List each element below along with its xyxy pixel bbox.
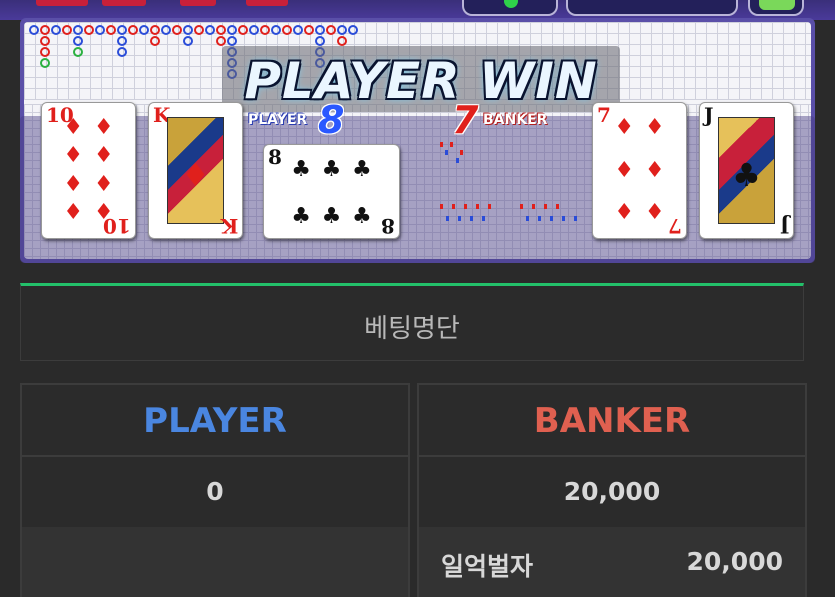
banker-bets-column: BANKER 20,000 일억벌자 20,000 xyxy=(417,383,807,597)
banker-card-2: J ♣ J xyxy=(699,102,794,239)
bet-list-title: 베팅명단 xyxy=(364,314,460,344)
top-status-bar xyxy=(0,0,835,20)
player-label: PLAYER xyxy=(248,112,308,128)
banker-score: 7 xyxy=(452,98,479,142)
result-text: PLAYER WIN xyxy=(244,52,598,110)
diamond-icon: ♦ xyxy=(63,143,84,169)
card-rank: 8 xyxy=(268,145,282,169)
card-rank-bottom: 10 xyxy=(103,214,131,238)
diamond-icon: ♦ xyxy=(63,115,84,140)
derived-road-marks xyxy=(440,142,577,221)
club-icon: ♣ xyxy=(291,157,312,182)
player-card-2: K ♦ K xyxy=(148,102,243,239)
info-pill xyxy=(566,0,738,16)
bettor-name: 일억벌자 xyxy=(441,552,534,581)
cards-panel xyxy=(20,116,815,263)
card-rank-bottom: K xyxy=(220,214,238,238)
card-rank-bottom: 7 xyxy=(668,214,682,238)
diamond-icon: ♦ xyxy=(181,156,210,194)
banker-total-row: 20,000 xyxy=(419,457,805,527)
diamond-icon: ♦ xyxy=(93,171,114,197)
card-pips: ♣ ♣ ♣ ♣ ♣ ♣ xyxy=(286,159,377,228)
bet-amount: 20,000 xyxy=(686,547,783,576)
list-item: 일억벌자 20,000 xyxy=(419,527,805,597)
red-chip-marker xyxy=(180,0,216,6)
red-chip-marker xyxy=(246,0,288,6)
card-pips: ♦ ♦ ♦ ♦ ♦ ♦ xyxy=(609,117,670,224)
banker-column-title: BANKER xyxy=(533,401,691,441)
card-rank-bottom: J xyxy=(779,214,789,238)
result-banner: PLAYER WIN xyxy=(222,46,620,112)
player-total: 0 xyxy=(206,477,224,506)
red-chip-marker xyxy=(102,0,146,6)
diamond-icon: ♦ xyxy=(93,143,114,169)
green-status-icon xyxy=(504,0,518,8)
status-pill xyxy=(462,0,558,16)
confirm-button-fill xyxy=(759,0,795,10)
diamond-icon: ♦ xyxy=(614,200,635,225)
club-icon: ♣ xyxy=(291,204,312,229)
card-pips: ♦ ♦ ♦ ♦ ♦ ♦ ♦ ♦ xyxy=(58,117,119,224)
diamond-icon: ♦ xyxy=(644,115,665,140)
banker-total: 20,000 xyxy=(563,477,661,506)
player-column-header: PLAYER xyxy=(22,385,408,457)
king-face-icon: ♦ xyxy=(167,117,224,224)
diamond-icon: ♦ xyxy=(614,157,635,183)
club-icon: ♣ xyxy=(321,204,342,229)
club-icon: ♣ xyxy=(351,157,372,182)
player-total-row: 0 xyxy=(22,457,408,527)
baccarat-screen: PLAYER WIN 10 ♦ ♦ ♦ ♦ ♦ ♦ ♦ ♦ 10 K ♦ K 8… xyxy=(0,0,835,597)
diamond-icon: ♦ xyxy=(644,200,665,225)
confirm-button[interactable] xyxy=(748,0,804,16)
club-icon: ♣ xyxy=(732,156,761,194)
diamond-icon: ♦ xyxy=(63,171,84,197)
game-area: PLAYER WIN xyxy=(20,18,815,263)
bet-list-header: 베팅명단 xyxy=(20,283,804,361)
card-rank-bottom: 8 xyxy=(381,214,395,238)
card-rank: J xyxy=(704,103,714,127)
player-column-title: PLAYER xyxy=(143,401,287,441)
player-card-3: 8 ♣ ♣ ♣ ♣ ♣ ♣ 8 xyxy=(263,144,400,239)
jack-face-icon: ♣ xyxy=(718,117,775,224)
banker-card-1: 7 ♦ ♦ ♦ ♦ ♦ ♦ 7 xyxy=(592,102,687,239)
player-score: 8 xyxy=(318,98,345,142)
banker-label: BANKER xyxy=(483,112,548,128)
banker-column-header: BANKER xyxy=(419,385,805,457)
red-chip-marker xyxy=(36,0,88,6)
diamond-icon: ♦ xyxy=(93,115,114,140)
player-empty-row xyxy=(22,527,408,597)
club-icon: ♣ xyxy=(351,204,372,229)
player-bets-column: PLAYER 0 xyxy=(20,383,410,597)
player-card-1: 10 ♦ ♦ ♦ ♦ ♦ ♦ ♦ ♦ 10 xyxy=(41,102,136,239)
club-icon: ♣ xyxy=(321,157,342,182)
diamond-icon: ♦ xyxy=(614,115,635,140)
diamond-icon: ♦ xyxy=(63,199,84,225)
diamond-icon: ♦ xyxy=(644,157,665,183)
